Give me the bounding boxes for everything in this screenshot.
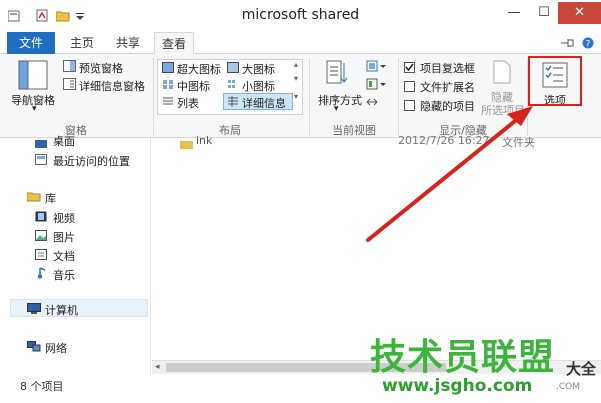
watermark-brand: 技术员联盟	[370, 337, 556, 378]
watermark-suffix: 大全	[566, 360, 597, 378]
watermark-tld: .COM	[556, 382, 580, 392]
watermark-url: www.jsgho.com	[382, 376, 533, 396]
